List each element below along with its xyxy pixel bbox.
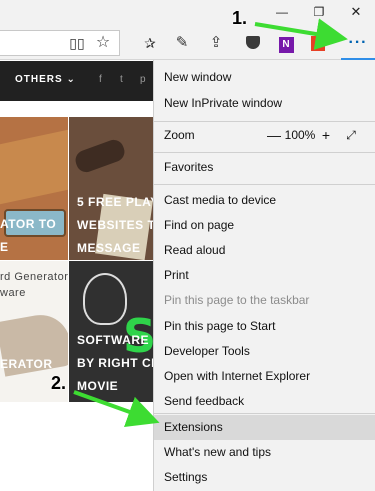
close-button[interactable]: ✕ [341,0,371,26]
article-title-line: 5 FREE PLAYF [77,195,153,209]
zoom-out-button[interactable]: — [267,123,281,148]
article-thumbnail-image [83,273,127,325]
step-1-label: 1. [232,8,248,28]
menu-item-send-feedback[interactable]: Send feedback [154,389,375,414]
zoom-label: Zoom [164,128,195,142]
share-icon[interactable]: ⇪ [203,30,229,56]
pocket-icon [246,36,260,49]
add-favorite-star-icon[interactable]: ☆ [90,30,116,56]
hub-favorites-icon[interactable]: ✰ [137,30,163,56]
menu-divider [154,413,375,414]
minimize-button[interactable]: — [267,0,297,26]
menu-item-find-on-page[interactable]: Find on page [154,213,375,238]
article-title-line: MOVIE [77,379,119,393]
article-thumbnail-image [72,137,128,175]
menu-item-print[interactable]: Print [154,263,375,288]
office-icon [311,36,325,51]
pocket-extension-icon[interactable] [240,30,266,56]
menu-divider [154,184,375,185]
restore-button[interactable]: ❐ [304,0,334,26]
article-title-line: MESSAGE [77,241,141,255]
site-navigation-bar: OTHERS ⌄ f t p [0,61,153,101]
zoom-in-button[interactable]: + [319,123,333,148]
menu-item-open-with-ie[interactable]: Open with Internet Explorer [154,364,375,389]
onenote-icon: N [278,37,294,53]
menu-divider [154,121,375,122]
menu-divider [154,152,375,153]
article-title-line: ATOR TO [0,217,57,231]
reading-view-icon[interactable]: ▯▯ [64,30,90,56]
zoom-level: 100% [284,128,316,142]
article-title-line: E [0,240,9,254]
article-title-line: SOFTWARE TO [77,333,153,347]
article-title-line: BY RIGHT CLI [77,356,153,370]
onenote-extension-icon[interactable]: N [273,30,299,56]
pinterest-icon[interactable]: p [140,74,146,85]
article-tile[interactable]: S SOFTWARE TO BY RIGHT CLI MOVIE [69,261,153,402]
menu-item-read-aloud[interactable]: Read aloud [154,238,375,263]
article-tile[interactable]: ATOR TO E [0,117,68,260]
menu-item-cast-media[interactable]: Cast media to device [154,188,375,213]
menu-item-developer-tools[interactable]: Developer Tools [154,339,375,364]
article-title-line: ERATOR [0,357,53,371]
settings-and-more-button[interactable]: ··· [341,30,375,60]
menu-item-extensions[interactable]: Extensions [154,415,375,440]
menu-item-pin-to-start[interactable]: Pin this page to Start [154,314,375,339]
menu-item-favorites[interactable]: Favorites [154,155,375,180]
office-extension-icon[interactable] [305,30,331,56]
browser-toolbar: ▯▯ ☆ ✰ ✎ ⇪ N ··· [0,26,375,60]
fullscreen-icon[interactable]: ⤢ [344,123,358,148]
article-title-line: WEBSITES TO [77,218,153,232]
menu-item-zoom: Zoom — 100% + ⤢ [154,123,375,148]
thumbnail-text: ware [0,287,26,299]
twitter-icon[interactable]: t [120,74,123,85]
thumbnail-text: rd Generator [0,271,68,283]
menu-item-settings[interactable]: Settings [154,465,375,490]
settings-and-more-menu: New window New InPrivate window Zoom — 1… [153,60,375,491]
menu-item-whats-new[interactable]: What's new and tips [154,440,375,465]
web-note-pen-icon[interactable]: ✎ [169,30,195,56]
facebook-icon[interactable]: f [99,74,102,85]
article-tile[interactable]: 5 FREE PLAYF WEBSITES TO MESSAGE [69,117,153,260]
title-bar: — ❐ ✕ [0,0,375,26]
menu-item-new-window[interactable]: New window [154,65,375,90]
step-2-label: 2. [51,373,67,393]
nav-others-menu[interactable]: OTHERS ⌄ [15,74,76,85]
menu-item-pin-taskbar: Pin this page to the taskbar [164,293,310,307]
menu-item-new-inprivate-window[interactable]: New InPrivate window [154,91,375,116]
